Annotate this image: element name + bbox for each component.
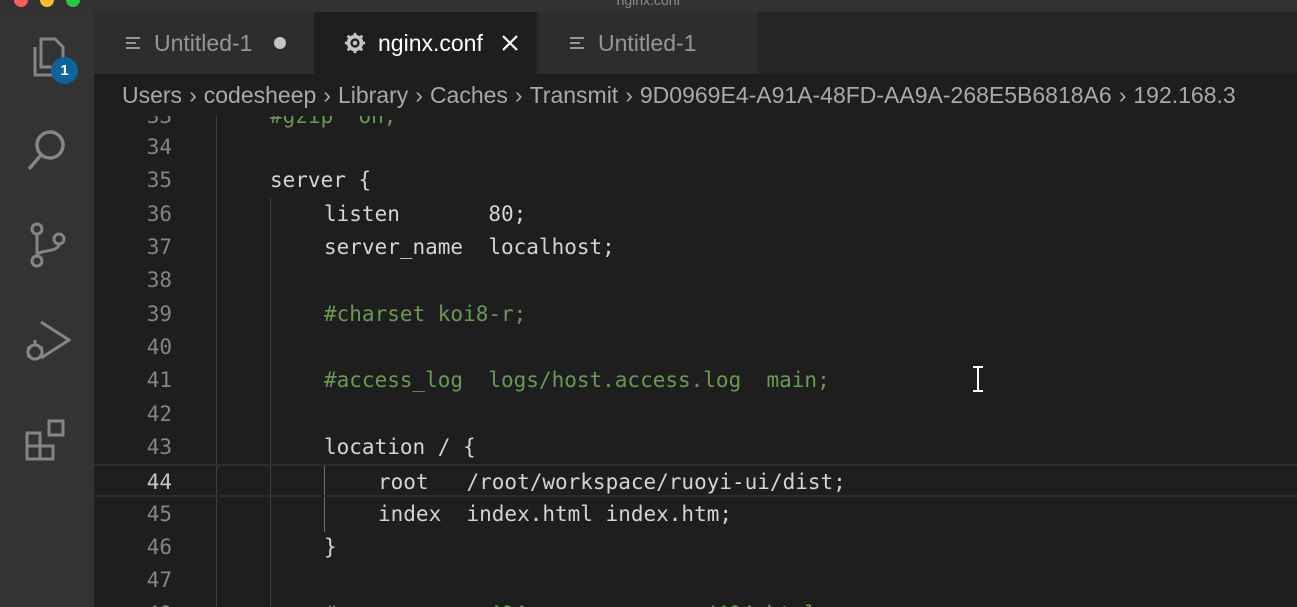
gear-icon: [344, 32, 366, 54]
code-text: #charset koi8-r;: [324, 302, 527, 326]
search-icon: [27, 130, 65, 171]
code-line: 39 #charset koi8-r;: [94, 298, 1297, 331]
tab-nginx-conf[interactable]: nginx.conf: [314, 12, 536, 74]
chevron-right-icon: ›: [1118, 81, 1127, 108]
chevron-right-icon: ›: [625, 81, 633, 108]
code-text: #access_log logs/host.access.log main;: [324, 368, 830, 392]
code-text: server_name localhost;: [324, 235, 615, 259]
line-number: 36: [146, 202, 172, 226]
source-control-icon: [30, 222, 66, 268]
breadcrumb-item[interactable]: 192.168.3: [1133, 82, 1235, 109]
activity-source-control[interactable]: [0, 200, 94, 290]
explorer-badge: 1: [51, 57, 78, 84]
line-number: 41: [146, 368, 172, 392]
title-bar: nginx.conf: [0, 0, 1297, 12]
activity-search[interactable]: [0, 104, 94, 194]
code-text: root /root/workspace/ruoyi-ui/dist;: [378, 470, 846, 494]
breadcrumb-item[interactable]: 9D0969E4-A91A-48FD-AA9A-268E5B6818A6: [640, 82, 1112, 109]
code-line: 36 listen 80;: [94, 198, 1297, 231]
breadcrumb-item[interactable]: Transmit: [530, 82, 619, 109]
line-number: 44: [146, 470, 172, 494]
editor-tabs: Untitled-1 nginx.conf Untitled-1: [94, 12, 1297, 74]
code-line: 43 location / {: [94, 431, 1297, 464]
close-icon[interactable]: [501, 34, 519, 52]
activity-run-debug[interactable]: [0, 297, 94, 387]
chevron-right-icon: ›: [323, 81, 331, 108]
chevron-right-icon: ›: [514, 81, 523, 108]
breadcrumb-item[interactable]: Caches: [430, 82, 508, 109]
debug-icon: [26, 320, 71, 361]
line-number: 43: [146, 435, 172, 459]
code-text: listen 80;: [324, 202, 527, 226]
line-number: 34: [146, 135, 172, 159]
extensions-icon: [25, 419, 65, 461]
code-editor[interactable]: 33 #gzip on; 34 35 server { 36 listen 80…: [94, 116, 1297, 607]
code-text: index index.html index.htm;: [378, 502, 733, 526]
line-number: 47: [146, 568, 172, 592]
code-line: 34: [94, 131, 1297, 164]
text-cursor-icon: [973, 366, 983, 392]
file-lines-icon: [570, 37, 584, 49]
window-title: nginx.conf: [616, 0, 681, 8]
breadcrumb-item[interactable]: Library: [338, 82, 408, 109]
chevron-right-icon: ›: [415, 81, 423, 108]
code-text: }: [324, 535, 337, 559]
line-number: 40: [146, 335, 172, 359]
vscode-window: nginx.conf 1 Untitled-1 nginx.conf Untit…: [0, 0, 1297, 607]
code-line: 46 }: [94, 531, 1297, 564]
line-number: 35: [146, 168, 172, 192]
code-line: 45 index index.html index.htm;: [94, 498, 1297, 531]
code-line: 47: [94, 564, 1297, 597]
activity-extensions[interactable]: [0, 394, 94, 484]
code-line: 40: [94, 331, 1297, 364]
line-number: 48: [94, 598, 172, 607]
activity-explorer[interactable]: 1: [0, 12, 94, 102]
code-text: location / {: [324, 435, 476, 459]
breadcrumb-item[interactable]: codesheep: [204, 82, 317, 109]
line-number: 37: [146, 235, 172, 259]
tab-untitled-1-second[interactable]: Untitled-1: [538, 12, 758, 74]
tab-label: Untitled-1: [598, 29, 697, 56]
line-number: 39: [146, 302, 172, 326]
code-line: 42: [94, 398, 1297, 431]
activity-bar: 1: [0, 12, 94, 607]
code-line-current: 44 root /root/workspace/ruoyi-ui/dist;: [94, 464, 1297, 498]
code-line: 35 server {: [94, 164, 1297, 197]
code-line: 37 server_name localhost;: [94, 231, 1297, 264]
tab-label: Untitled-1: [154, 29, 253, 56]
breadcrumb-item[interactable]: Users: [122, 82, 182, 109]
line-number: 45: [146, 502, 172, 526]
file-lines-icon: [126, 37, 140, 49]
line-number: 46: [146, 535, 172, 559]
tab-label: nginx.conf: [378, 29, 483, 56]
chevron-right-icon: ›: [189, 81, 197, 108]
line-number: 38: [146, 268, 172, 292]
tab-untitled-1[interactable]: Untitled-1: [94, 12, 314, 74]
breadcrumb: Users › codesheep › Library › Caches › T…: [94, 74, 1297, 116]
line-number: 42: [146, 402, 172, 426]
code-text: server {: [270, 168, 372, 192]
code-line: 48 #error_page 404 /404.html;: [94, 598, 1297, 607]
code-text: #error_page 404 /404.html;: [324, 598, 830, 607]
code-line: 38: [94, 264, 1297, 297]
code-line: 41 #access_log logs/host.access.log main…: [94, 364, 1297, 397]
unsaved-dot-icon[interactable]: [274, 37, 287, 49]
